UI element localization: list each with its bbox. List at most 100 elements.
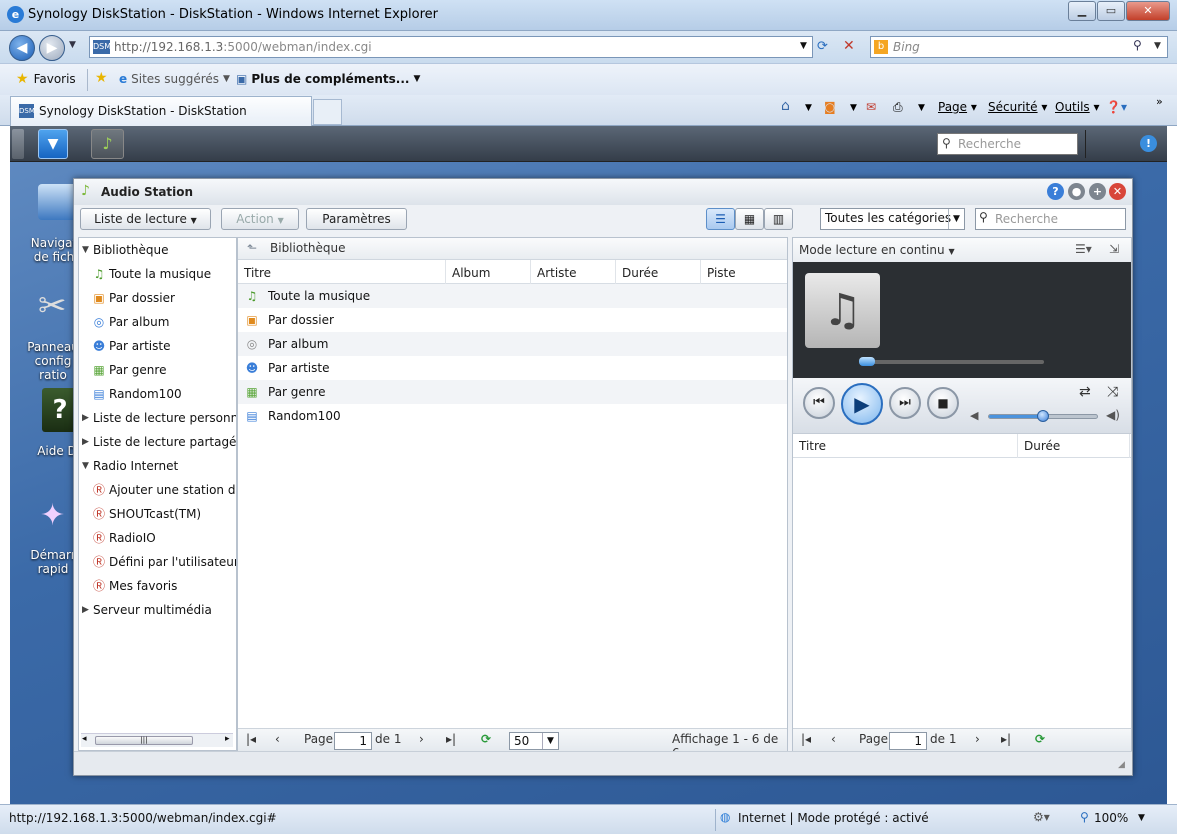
col-duration[interactable]: Durée — [616, 260, 701, 284]
shuffle-icon[interactable]: ⤨ — [1107, 384, 1118, 400]
tree-item[interactable]: Ⓡ SHOUTcast(TM) — [79, 502, 236, 526]
table-row[interactable]: ▦ Par genre — [238, 380, 787, 404]
volume-mute-icon[interactable]: ◀ — [970, 409, 978, 422]
help-icon[interactable]: ❓▾ — [1106, 100, 1127, 114]
overflow-chevron-icon[interactable]: » — [1156, 95, 1163, 108]
audio-station-taskbar-icon[interactable]: ♪ — [91, 129, 124, 159]
tree-item[interactable]: ▤ Random100 — [79, 382, 236, 406]
refresh-icon[interactable]: ⟳ — [1035, 732, 1045, 746]
tab-active[interactable]: DSM Synology DiskStation - DiskStation — [10, 96, 312, 126]
tree-item[interactable]: ▦ Par genre — [79, 358, 236, 382]
close-window-button[interactable]: ✕ — [1109, 183, 1126, 200]
progress-bar[interactable] — [859, 357, 1044, 366]
search-box[interactable]: b Bing ⚲ ▼ — [870, 36, 1168, 58]
up-folder-icon[interactable]: ⬑ — [247, 241, 257, 255]
add-favorite-icon[interactable]: ★ — [95, 70, 108, 86]
collapse-arrow-icon[interactable]: ▶ — [82, 598, 89, 622]
home-icon[interactable]: ⌂ — [781, 98, 790, 114]
list-view-button[interactable]: ☰ — [706, 208, 735, 230]
previous-track-button[interactable]: ⏮ — [803, 387, 835, 419]
mail-icon[interactable]: ✉ — [866, 100, 876, 114]
table-row[interactable]: ☻ Par artiste — [238, 356, 787, 380]
page-number-input[interactable]: 1 — [334, 732, 372, 750]
table-row[interactable]: ◎ Par album — [238, 332, 787, 356]
last-page-icon[interactable]: ▸| — [1001, 732, 1011, 746]
refresh-icon[interactable]: ⟳ — [481, 732, 491, 746]
tree-item[interactable]: Ⓡ RadioIO — [79, 526, 236, 550]
zoom-level[interactable]: 100% — [1094, 811, 1128, 825]
chevron-down-icon[interactable]: ▼ — [918, 103, 925, 113]
collapse-arrow-icon[interactable]: ▶ — [82, 406, 89, 430]
next-page-icon[interactable]: › — [975, 732, 980, 746]
collapse-player-icon[interactable]: ⇲ — [1109, 242, 1119, 256]
resize-grip-icon[interactable]: ◢ — [1118, 760, 1125, 770]
table-row[interactable]: ♫ Toute la musique — [238, 284, 787, 308]
control-panel-icon[interactable]: ✂ — [38, 286, 78, 326]
next-page-icon[interactable]: › — [419, 732, 424, 746]
tree-item[interactable]: ▣ Par dossier — [79, 286, 236, 310]
history-dropdown-icon[interactable]: ▼ — [69, 40, 76, 50]
first-page-icon[interactable]: |◂ — [801, 732, 811, 746]
minimize-window-button[interactable]: ● — [1068, 183, 1085, 200]
forward-button[interactable]: ▶ — [39, 35, 65, 61]
security-menu[interactable]: Sécurité ▾ — [988, 100, 1047, 114]
chevron-down-icon[interactable]: ▼ — [805, 103, 812, 113]
help-button[interactable]: ? — [1047, 183, 1064, 200]
tree-item[interactable]: Ⓡ Mes favoris — [79, 574, 236, 598]
main-menu-button[interactable]: ▼ — [38, 129, 68, 159]
prev-page-icon[interactable]: ‹ — [831, 732, 836, 746]
zoom-dropdown-icon[interactable]: ▼ — [1138, 813, 1145, 823]
search-icon[interactable]: ⚲ — [1133, 38, 1142, 52]
play-button[interactable]: ▶ — [841, 383, 883, 425]
more-addons-link[interactable]: ▣ Plus de compléments... ▼ — [236, 72, 420, 86]
play-mode-dropdown[interactable]: Mode lecture en continu ▼ — [799, 243, 955, 257]
queue-col-title[interactable]: Titre — [793, 434, 1018, 458]
next-track-button[interactable]: ⏭ — [889, 387, 921, 419]
tree-item[interactable]: ▶ Liste de lecture personnelle — [79, 406, 236, 430]
dsm-search-input[interactable]: ⚲ Recherche — [937, 133, 1078, 155]
volume-knob[interactable] — [1037, 410, 1049, 422]
library-search-input[interactable]: ⚲ Recherche — [975, 208, 1126, 230]
category-select[interactable]: Toutes les catégories ▼ — [820, 208, 965, 230]
volume-slider[interactable] — [988, 410, 1098, 422]
queue-col-duration[interactable]: Durée — [1018, 434, 1130, 458]
new-tab-button[interactable] — [313, 99, 342, 125]
tree-item[interactable]: ▼ Radio Internet — [79, 454, 236, 478]
file-browser-icon[interactable] — [38, 184, 78, 220]
favorites-button[interactable]: ★ Favoris — [16, 71, 76, 87]
protected-mode-icon[interactable]: ⚙▾ — [1033, 810, 1050, 824]
queue-page-input[interactable]: 1 — [889, 732, 927, 750]
stop-icon[interactable]: ✕ — [843, 38, 855, 54]
playlist-menu-icon[interactable]: ☰▾ — [1075, 242, 1092, 256]
col-artist[interactable]: Artiste — [531, 260, 616, 284]
collapse-arrow-icon[interactable]: ▶ — [82, 430, 89, 454]
prev-page-icon[interactable]: ‹ — [275, 732, 280, 746]
col-track[interactable]: Piste — [701, 260, 787, 284]
tree-item[interactable]: Ⓡ Défini par l'utilisateur — [79, 550, 236, 574]
chevron-down-icon[interactable]: ▼ — [850, 103, 857, 113]
tree-item[interactable]: ☻ Par artiste — [79, 334, 236, 358]
print-icon[interactable]: ⎙ — [893, 100, 903, 115]
search-options-icon[interactable]: ▼ — [1154, 41, 1161, 51]
scroll-left-icon[interactable]: ◂ — [82, 734, 87, 744]
col-album[interactable]: Album — [446, 260, 531, 284]
suggested-sites-link[interactable]: e Sites suggérés ▼ — [119, 72, 230, 86]
stop-button[interactable]: ■ — [927, 387, 959, 419]
volume-max-icon[interactable]: ◀) — [1106, 408, 1120, 422]
tree-item[interactable]: ▼ Bibliothèque — [79, 238, 236, 262]
back-button[interactable]: ◀ — [9, 35, 35, 61]
table-row[interactable]: ▣ Par dossier — [238, 308, 787, 332]
page-menu[interactable]: Page ▾ — [938, 100, 977, 114]
expand-arrow-icon[interactable]: ▼ — [82, 238, 89, 262]
progress-knob[interactable] — [859, 357, 875, 366]
repeat-icon[interactable]: ⇄ — [1079, 384, 1091, 400]
settings-button[interactable]: Paramètres — [306, 208, 407, 230]
table-row[interactable]: ▤ Random100 — [238, 404, 787, 428]
page-size-select[interactable]: 50 ▼ — [509, 732, 559, 750]
scroll-right-icon[interactable]: ▸ — [225, 734, 230, 744]
tree-item[interactable]: ♫ Toute la musique — [79, 262, 236, 286]
action-dropdown-button[interactable]: Action ▼ — [221, 208, 299, 230]
last-page-icon[interactable]: ▸| — [446, 732, 456, 746]
rss-icon[interactable]: ◙ — [824, 100, 836, 114]
tree-item[interactable]: ▶ Serveur multimédia — [79, 598, 236, 622]
